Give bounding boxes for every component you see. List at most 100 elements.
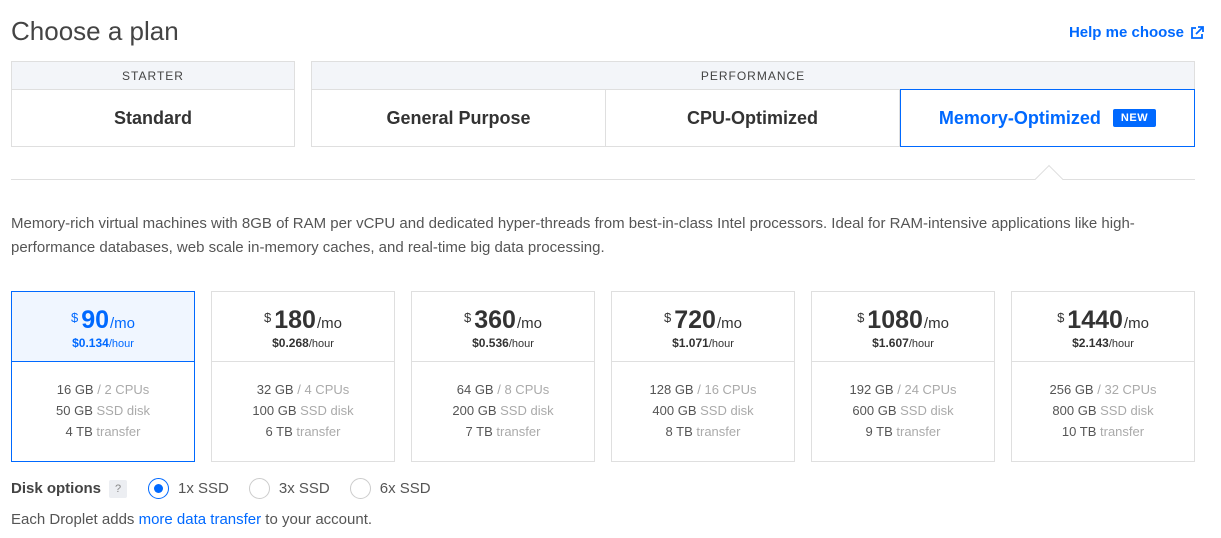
monthly-price: 180 xyxy=(274,306,316,334)
plan-price: $ 1440 /mo $2.143/hour xyxy=(1012,292,1194,362)
plan-specs: 16 GB / 2 CPUs 50 GB SSD disk 4 TB trans… xyxy=(12,362,194,442)
spec-memory-cpu: 32 GB / 4 CPUs xyxy=(212,379,394,400)
section-divider xyxy=(11,179,1195,180)
spec-disk-unit: SSD disk xyxy=(96,403,150,418)
monthly-price: 1080 xyxy=(867,306,923,334)
plan-card[interactable]: $ 1080 /mo $1.607/hour 192 GB / 24 CPUs … xyxy=(811,291,995,462)
plan-card[interactable]: $ 720 /mo $1.071/hour 128 GB / 16 CPUs 4… xyxy=(611,291,795,462)
spec-disk-size: 600 GB xyxy=(852,403,897,418)
tab-memory-optimized-label: Memory-Optimized xyxy=(938,107,1101,128)
spec-memory-cpu: 16 GB / 2 CPUs xyxy=(12,379,194,400)
spec-transfer-size: 6 TB xyxy=(265,424,293,439)
transfer-note: Each Droplet adds more data transfer to … xyxy=(11,511,372,528)
plan-specs: 64 GB / 8 CPUs 200 GB SSD disk 7 TB tran… xyxy=(412,362,594,442)
spec-memory: 192 GB xyxy=(849,382,894,397)
disk-options: Disk options ? 1x SSD 3x SSD 6x SSD xyxy=(11,478,431,499)
spec-memory-cpu: 192 GB / 24 CPUs xyxy=(812,379,994,400)
plan-specs: 192 GB / 24 CPUs 600 GB SSD disk 9 TB tr… xyxy=(812,362,994,442)
spec-memory: 128 GB xyxy=(649,382,694,397)
spec-transfer-size: 10 TB xyxy=(1061,424,1097,439)
spec-disk-unit: SSD disk xyxy=(500,403,554,418)
plan-card[interactable]: $ 360 /mo $0.536/hour 64 GB / 8 CPUs 200… xyxy=(411,291,595,462)
plan-price: $ 720 /mo $1.071/hour xyxy=(612,292,794,362)
hourly-price-value: $2.143 xyxy=(1072,336,1109,350)
per-month-unit: /mo xyxy=(1123,315,1149,332)
spec-disk-size: 800 GB xyxy=(1052,403,1097,418)
help-icon[interactable]: ? xyxy=(109,479,128,498)
per-hour-unit: /hour xyxy=(308,338,334,350)
spec-disk-unit: SSD disk xyxy=(900,403,954,418)
spec-transfer: 7 TB transfer xyxy=(412,421,594,442)
per-hour-unit: /hour xyxy=(908,338,934,350)
tab-general-purpose[interactable]: General Purpose xyxy=(312,90,606,146)
plan-price: $ 90 /mo $0.134/hour xyxy=(12,292,194,362)
spec-transfer-size: 8 TB xyxy=(665,424,693,439)
spec-disk: 100 GB SSD disk xyxy=(212,400,394,421)
plan-specs: 128 GB / 16 CPUs 400 GB SSD disk 8 TB tr… xyxy=(612,362,794,442)
spec-memory-cpu: 128 GB / 16 CPUs xyxy=(612,379,794,400)
hourly-price-value: $0.536 xyxy=(472,336,509,350)
currency-symbol: $ xyxy=(264,310,272,325)
spec-transfer: 6 TB transfer xyxy=(212,421,394,442)
transfer-note-text-end: to your account. xyxy=(261,511,373,528)
disk-option-label: 3x SSD xyxy=(278,480,330,497)
spec-disk-unit: SSD disk xyxy=(300,403,354,418)
spec-transfer-size: 9 TB xyxy=(865,424,893,439)
radio-icon xyxy=(349,478,371,499)
plan-price: $ 360 /mo $0.536/hour xyxy=(412,292,594,362)
more-data-transfer-link[interactable]: more data transfer xyxy=(139,511,262,528)
spec-disk-size: 200 GB xyxy=(452,403,497,418)
monthly-price: 1440 xyxy=(1067,306,1123,334)
per-hour-unit: /hour xyxy=(508,338,534,350)
spec-transfer: 9 TB transfer xyxy=(812,421,994,442)
spec-disk-size: 400 GB xyxy=(652,403,697,418)
plan-card[interactable]: $ 180 /mo $0.268/hour 32 GB / 4 CPUs 100… xyxy=(211,291,395,462)
spec-transfer-unit: transfer xyxy=(1100,424,1145,439)
hourly-price-value: $1.607 xyxy=(872,336,909,350)
plan-card[interactable]: $ 90 /mo $0.134/hour 16 GB / 2 CPUs 50 G… xyxy=(11,291,195,462)
spec-transfer: 4 TB transfer xyxy=(12,421,194,442)
currency-symbol: $ xyxy=(70,310,79,325)
hourly-price: $2.143/hour xyxy=(1012,336,1194,350)
monthly-price: 90 xyxy=(81,306,110,334)
hourly-price: $0.268/hour xyxy=(212,336,394,350)
plan-card[interactable]: $ 1440 /mo $2.143/hour 256 GB / 32 CPUs … xyxy=(1011,291,1195,462)
spec-cpu: / 2 CPUs xyxy=(97,382,150,397)
hourly-price: $1.071/hour xyxy=(612,336,794,350)
spec-transfer: 8 TB transfer xyxy=(612,421,794,442)
tab-cpu-optimized[interactable]: CPU-Optimized xyxy=(606,90,900,146)
spec-cpu: / 16 CPUs xyxy=(697,382,757,397)
performance-group: PERFORMANCE General Purpose CPU-Optimize… xyxy=(311,61,1195,147)
spec-transfer-size: 4 TB xyxy=(65,424,93,439)
plan-description: Memory-rich virtual machines with 8GB of… xyxy=(11,215,1135,256)
spec-disk-unit: SSD disk xyxy=(1100,403,1154,418)
disk-option-6x[interactable]: 6x SSD xyxy=(349,478,431,499)
spec-memory: 16 GB xyxy=(56,382,94,397)
radio-icon xyxy=(248,478,270,499)
per-hour-unit: /hour xyxy=(108,338,134,350)
disk-option-3x[interactable]: 3x SSD xyxy=(248,478,330,499)
spec-memory: 32 GB xyxy=(256,382,294,397)
monthly-price: 720 xyxy=(674,306,716,334)
currency-symbol: $ xyxy=(664,310,672,325)
plan-specs: 32 GB / 4 CPUs 100 GB SSD disk 6 TB tran… xyxy=(212,362,394,442)
currency-symbol: $ xyxy=(1057,310,1065,325)
disk-option-1x[interactable]: 1x SSD xyxy=(148,478,229,499)
spec-transfer-unit: transfer xyxy=(496,424,541,439)
help-me-choose-link[interactable]: Help me choose xyxy=(1069,24,1204,41)
monthly-price: 360 xyxy=(474,306,516,334)
starter-group: STARTER Standard xyxy=(11,61,295,147)
spec-disk-size: 100 GB xyxy=(252,403,297,418)
plan-price: $ 180 /mo $0.268/hour xyxy=(212,292,394,362)
spec-cpu: / 24 CPUs xyxy=(897,382,957,397)
help-link-label: Help me choose xyxy=(1068,24,1184,41)
spec-transfer-unit: transfer xyxy=(96,424,141,439)
per-month-unit: /mo xyxy=(516,315,542,332)
spec-cpu: / 32 CPUs xyxy=(1097,382,1157,397)
spec-memory-cpu: 256 GB / 32 CPUs xyxy=(1012,379,1194,400)
spec-disk: 50 GB SSD disk xyxy=(12,400,194,421)
hourly-price: $0.134/hour xyxy=(12,336,194,350)
tab-standard[interactable]: Standard xyxy=(12,90,294,146)
per-month-unit: /mo xyxy=(316,315,342,332)
tab-memory-optimized[interactable]: Memory-Optimized NEW xyxy=(900,89,1195,147)
